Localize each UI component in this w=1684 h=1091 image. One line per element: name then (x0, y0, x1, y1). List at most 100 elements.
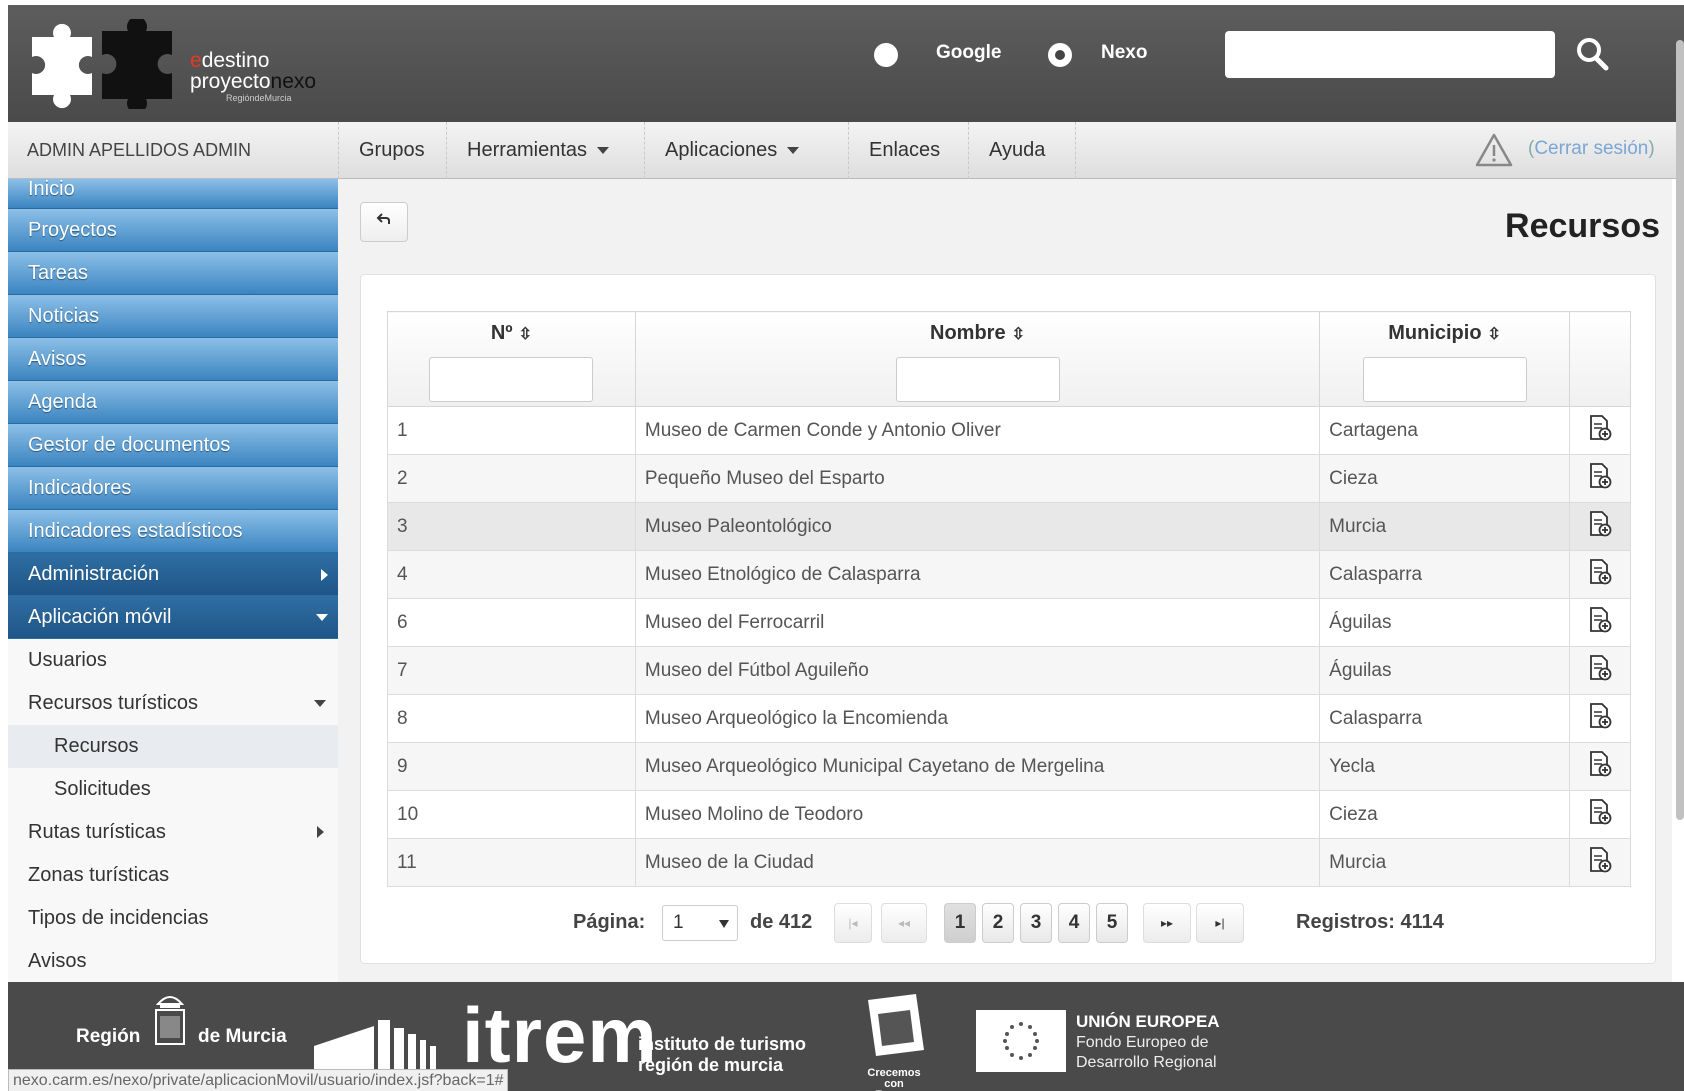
document-add-icon[interactable] (1588, 606, 1612, 634)
document-add-icon[interactable] (1588, 510, 1612, 538)
filter-nombre-input[interactable] (895, 357, 1060, 402)
document-add-icon[interactable] (1588, 462, 1612, 490)
table-row[interactable]: 6 Museo del Ferrocarril Águilas (387, 598, 1631, 647)
user-name: ADMIN APELLIDOS ADMIN (27, 140, 252, 160)
sidebar-item-recursos-turisticos-label: Recursos turísticos (28, 692, 199, 714)
menu-enlaces[interactable]: Enlaces (848, 122, 968, 179)
cell-numero: 10 (387, 790, 636, 839)
column-header-nombre[interactable]: Nombre ⇳ (634, 311, 1321, 407)
sidebar-item-usuarios[interactable]: Usuarios (8, 639, 338, 682)
sort-icon: ⇳ (518, 326, 533, 343)
first-page-button[interactable]: |◂ (834, 903, 872, 943)
table-row[interactable]: 10 Museo Molino de Teodoro Cieza (387, 790, 1631, 839)
table-row[interactable]: 7 Museo del Fútbol Aguileño Águilas (387, 646, 1631, 695)
sidebar-item-zonas-turisticas[interactable]: Zonas turísticas (8, 854, 338, 897)
menu-herramientas[interactable]: Herramientas (446, 122, 644, 179)
sidebar-item-recursos-turisticos[interactable]: Recursos turísticos (8, 682, 338, 725)
logout-paren-close: ) (1648, 138, 1655, 159)
table-row[interactable]: 9 Museo Arqueológico Municipal Cayetano d… (387, 742, 1631, 791)
sidebar-item-tipos-incidencias[interactable]: Tipos de incidencias (8, 897, 338, 940)
sidebar-item-recursos[interactable]: Recursos (8, 725, 338, 768)
page-select[interactable]: 1 (662, 905, 738, 941)
filter-numero-input[interactable] (429, 357, 594, 402)
document-add-icon[interactable] (1588, 558, 1612, 586)
cell-municipio: Calasparra (1319, 550, 1571, 599)
menu-aplicaciones[interactable]: Aplicaciones (644, 122, 848, 179)
table-row[interactable]: 2 Pequeño Museo del Esparto Cieza (387, 454, 1631, 503)
nexo-radio[interactable] (1048, 43, 1072, 67)
cell-numero: 11 (387, 838, 636, 887)
sidebar-item-aplicacion-movil-label: Aplicación móvil (28, 606, 172, 628)
footer-itrem-line1: instituto de turismo (638, 1034, 806, 1054)
sort-icon: ⇳ (1487, 326, 1501, 343)
page-3-button[interactable]: 3 (1020, 903, 1052, 943)
logo[interactable]: edestino proyectonexo RegióndeMurcia (22, 19, 322, 109)
chevron-down-icon (787, 147, 800, 155)
sidebar-item-rutas-turisticas[interactable]: Rutas turísticas (8, 811, 338, 854)
cell-municipio: Cieza (1319, 454, 1571, 503)
logo-line2: proyectonexo (190, 70, 317, 93)
page-4-button[interactable]: 4 (1058, 903, 1090, 943)
sidebar-item-proyectos[interactable]: Proyectos (8, 209, 338, 252)
document-add-icon[interactable] (1588, 750, 1612, 778)
table-row[interactable]: 11 Museo de la Ciudad Murcia (387, 838, 1631, 887)
column-header-municipio[interactable]: Municipio ⇳ (1319, 311, 1571, 407)
document-add-icon[interactable] (1588, 654, 1612, 682)
sidebar-item-indicadores-estadisticos[interactable]: Indicadores estadísticos (8, 510, 338, 553)
menu-grupos[interactable]: Grupos (338, 122, 446, 179)
last-page-button[interactable]: ▸| (1196, 903, 1244, 943)
column-header-numero[interactable]: Nº ⇳ (387, 311, 636, 407)
row-action-cell (1569, 838, 1631, 887)
google-radio-label[interactable]: Google (936, 42, 1001, 64)
page-5-button[interactable]: 5 (1096, 903, 1128, 943)
document-add-icon[interactable] (1588, 414, 1612, 442)
page-scrollbar[interactable] (1676, 40, 1684, 820)
sidebar-item-gestor-documentos[interactable]: Gestor de documentos (8, 424, 338, 467)
footer-itrem-logo: itrem (462, 991, 658, 1079)
cell-nombre: Museo de la Ciudad (634, 838, 1321, 887)
chevron-down-icon (597, 147, 610, 155)
table-row[interactable]: 4 Museo Etnológico de Calasparra Calasparr… (387, 550, 1631, 599)
document-add-icon[interactable] (1588, 798, 1612, 826)
logout-link[interactable]: Cerrar sesión (1534, 138, 1648, 159)
search-icon[interactable] (1573, 35, 1613, 75)
table-row[interactable]: 8 Museo Arqueológico la Encomienda Calaspa… (387, 694, 1631, 743)
cell-nombre: Museo de Carmen Conde y Antonio Oliver (634, 406, 1321, 455)
row-action-cell (1569, 550, 1631, 599)
cell-nombre: Museo del Fútbol Aguileño (634, 646, 1321, 695)
next-page-button[interactable]: ▸▸ (1143, 903, 1191, 943)
prev-page-button[interactable]: ◂◂ (881, 903, 927, 943)
table-row[interactable]: 1 Museo de Carmen Conde y Antonio Oliver C… (387, 406, 1631, 455)
nexo-radio-label[interactable]: Nexo (1101, 42, 1147, 64)
sidebar-item-avisos[interactable]: Avisos (8, 338, 338, 381)
google-radio[interactable] (874, 43, 898, 67)
page-1-button[interactable]: 1 (944, 903, 976, 943)
sidebar-item-administracion[interactable]: Administración (8, 553, 338, 596)
puzzle-logo-icon (32, 19, 172, 109)
sidebar-item-avisos-app[interactable]: Avisos (8, 940, 338, 982)
menu-enlaces-label: Enlaces (869, 139, 941, 161)
search-input[interactable] (1225, 31, 1555, 78)
document-add-icon[interactable] (1588, 702, 1612, 730)
cell-municipio: Águilas (1319, 598, 1571, 647)
sidebar-item-noticias[interactable]: Noticias (8, 295, 338, 338)
pager-of: de 412 (750, 911, 813, 933)
menu-ayuda[interactable]: Ayuda (968, 122, 1076, 179)
cell-numero: 6 (387, 598, 636, 647)
sidebar-item-indicadores[interactable]: Indicadores (8, 467, 338, 510)
document-add-icon[interactable] (1588, 846, 1612, 874)
back-button[interactable] (360, 202, 408, 242)
logout: (Cerrar sesión) (1528, 138, 1655, 160)
sidebar-item-tareas[interactable]: Tareas (8, 252, 338, 295)
sort-icon: ⇳ (1011, 326, 1025, 343)
table-row[interactable]: 3 Museo Paleontológico Murcia (387, 502, 1631, 551)
chevron-right-icon (321, 569, 328, 581)
sidebar-item-agenda[interactable]: Agenda (8, 381, 338, 424)
filter-municipio-input[interactable] (1362, 357, 1527, 402)
page-select-value: 1 (673, 912, 684, 933)
sidebar-item-aplicacion-movil[interactable]: Aplicación móvil (8, 596, 338, 639)
main-content: Recursos Nº ⇳ Nombre ⇳ Municipio ⇳ 1 Mus… (338, 179, 1672, 982)
sidebar-item-solicitudes[interactable]: Solicitudes (8, 768, 338, 811)
page-2-button[interactable]: 2 (982, 903, 1014, 943)
sidebar-item-inicio[interactable]: Inicio (8, 179, 338, 209)
